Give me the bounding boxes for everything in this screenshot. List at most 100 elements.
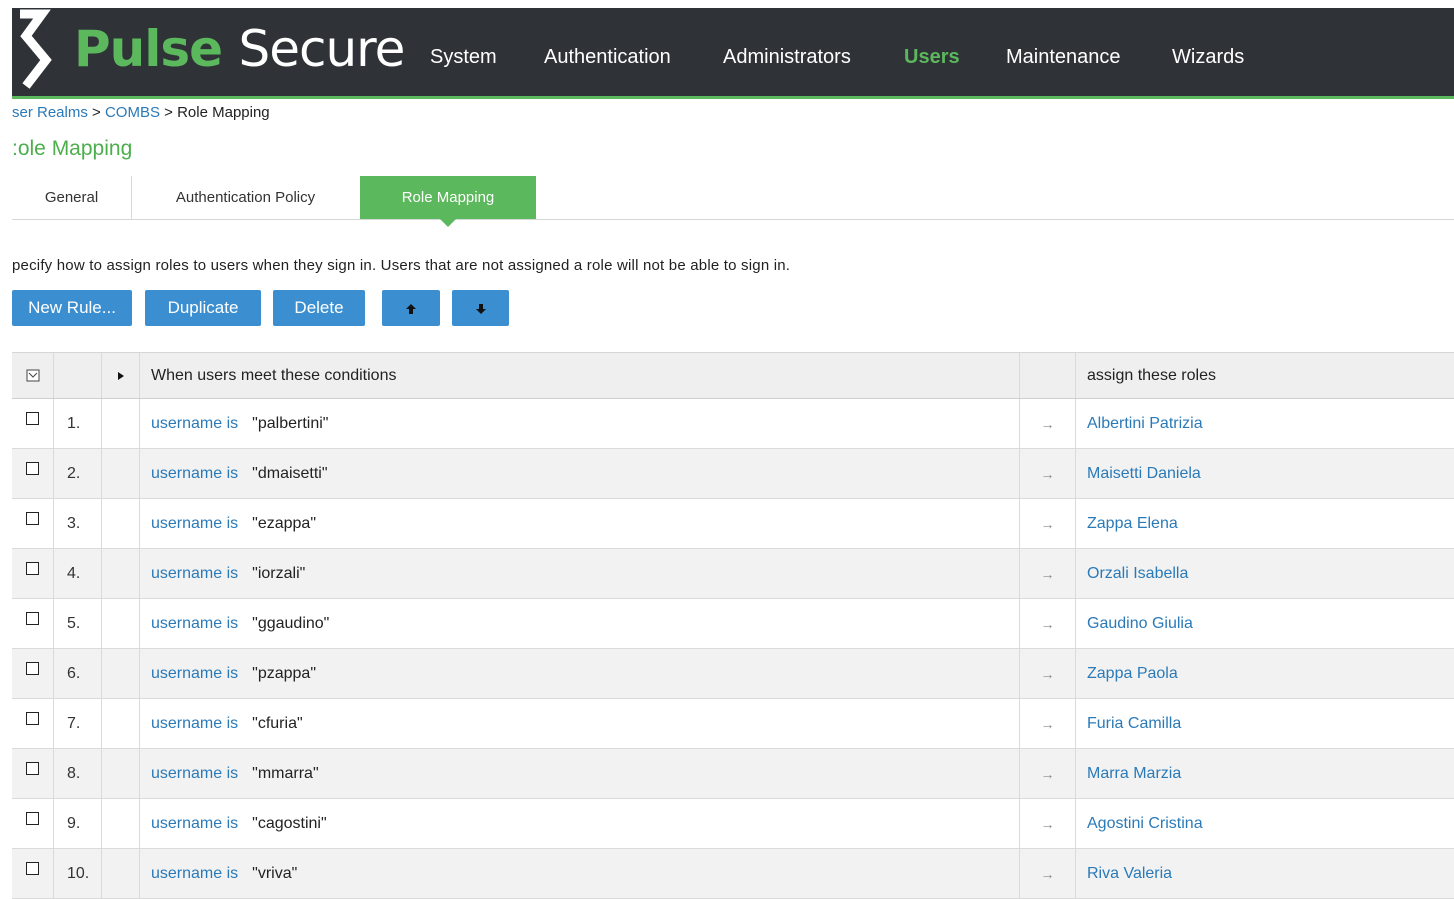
row-condition: username is "iorzali" bbox=[140, 549, 1020, 598]
new-rule-button[interactable]: New Rule... bbox=[12, 290, 132, 326]
row-number: 2. bbox=[54, 449, 102, 498]
logo-pulse-text: Pulse bbox=[74, 20, 223, 78]
role-link[interactable]: Gaudino Giulia bbox=[1087, 615, 1193, 633]
row-checkbox[interactable] bbox=[26, 412, 39, 425]
select-all-cell[interactable] bbox=[12, 353, 54, 398]
role-link[interactable]: Furia Camilla bbox=[1087, 715, 1181, 733]
page-title: :ole Mapping bbox=[12, 137, 133, 160]
row-checkbox[interactable] bbox=[26, 862, 39, 875]
table-header-row: When users meet these conditions assign … bbox=[12, 352, 1454, 399]
table-row: 6. username is "pzappa" → Zappa Paola bbox=[12, 649, 1454, 699]
row-checkbox[interactable] bbox=[26, 512, 39, 525]
mapping-arrow-icon: → bbox=[1020, 399, 1076, 448]
tab-authentication-policy[interactable]: Authentication Policy bbox=[132, 176, 359, 219]
header-expand-cell[interactable] bbox=[102, 353, 140, 398]
row-role: Orzali Isabella bbox=[1076, 549, 1454, 598]
breadcrumb-user-realms[interactable]: ser Realms bbox=[12, 104, 88, 121]
row-checkbox[interactable] bbox=[26, 612, 39, 625]
condition-keyword-link[interactable]: username is bbox=[151, 865, 238, 883]
role-link[interactable]: Agostini Cristina bbox=[1087, 815, 1203, 833]
arrow-up-icon bbox=[406, 303, 416, 314]
tab-role-mapping[interactable]: Role Mapping bbox=[360, 176, 536, 227]
condition-keyword-link[interactable]: username is bbox=[151, 615, 238, 633]
role-link[interactable]: Zappa Elena bbox=[1087, 515, 1178, 533]
row-condition: username is "mmarra" bbox=[140, 749, 1020, 798]
nav-administrators[interactable]: Administrators bbox=[723, 46, 851, 69]
table-row: 2. username is "dmaisetti" → Maisetti Dan… bbox=[12, 449, 1454, 499]
row-checkbox-cell bbox=[12, 399, 54, 448]
row-checkbox[interactable] bbox=[26, 712, 39, 725]
condition-value: "mmarra" bbox=[252, 764, 319, 782]
table-row: 8. username is "mmarra" → Marra Marzia bbox=[12, 749, 1454, 799]
row-role: Riva Valeria bbox=[1076, 849, 1454, 898]
row-number: 8. bbox=[54, 749, 102, 798]
move-up-button[interactable] bbox=[382, 290, 440, 326]
row-number: 9. bbox=[54, 799, 102, 848]
active-tab-pointer bbox=[440, 219, 456, 227]
condition-keyword-link[interactable]: username is bbox=[151, 715, 238, 733]
mapping-arrow-icon: → bbox=[1020, 699, 1076, 748]
role-link[interactable]: Riva Valeria bbox=[1087, 865, 1172, 883]
row-expand-cell bbox=[102, 699, 140, 748]
row-checkbox[interactable] bbox=[26, 812, 39, 825]
breadcrumb-combs[interactable]: COMBS bbox=[105, 104, 160, 121]
row-number: 5. bbox=[54, 599, 102, 648]
row-checkbox[interactable] bbox=[26, 662, 39, 675]
mapping-arrow-icon: → bbox=[1020, 749, 1076, 798]
mapping-arrow-icon: → bbox=[1020, 449, 1076, 498]
instructions-text: pecify how to assign roles to users when… bbox=[12, 257, 791, 274]
mapping-arrow-icon: → bbox=[1020, 499, 1076, 548]
breadcrumb-separator: > bbox=[87, 104, 105, 121]
row-checkbox[interactable] bbox=[26, 762, 39, 775]
role-link[interactable]: Marra Marzia bbox=[1087, 765, 1181, 783]
nav-wizards[interactable]: Wizards bbox=[1172, 46, 1244, 69]
table-row: 1. username is "palbertini" → Albertini P… bbox=[12, 399, 1454, 449]
row-expand-cell bbox=[102, 749, 140, 798]
nav-maintenance[interactable]: Maintenance bbox=[1006, 46, 1121, 69]
condition-keyword-link[interactable]: username is bbox=[151, 465, 238, 483]
row-condition: username is "pzappa" bbox=[140, 649, 1020, 698]
row-expand-cell bbox=[102, 499, 140, 548]
condition-keyword-link[interactable]: username is bbox=[151, 515, 238, 533]
row-number: 3. bbox=[54, 499, 102, 548]
row-role: Maisetti Daniela bbox=[1076, 449, 1454, 498]
row-checkbox-cell bbox=[12, 649, 54, 698]
role-link[interactable]: Albertini Patrizia bbox=[1087, 415, 1203, 433]
row-checkbox[interactable] bbox=[26, 462, 39, 475]
row-checkbox[interactable] bbox=[26, 562, 39, 575]
row-checkbox-cell bbox=[12, 549, 54, 598]
nav-system[interactable]: System bbox=[430, 46, 497, 69]
row-expand-cell bbox=[102, 649, 140, 698]
expand-triangle-icon[interactable] bbox=[117, 371, 125, 381]
row-number: 1. bbox=[54, 399, 102, 448]
condition-value: "cfuria" bbox=[252, 714, 303, 732]
role-link[interactable]: Maisetti Daniela bbox=[1087, 465, 1201, 483]
row-condition: username is "dmaisetti" bbox=[140, 449, 1020, 498]
condition-keyword-link[interactable]: username is bbox=[151, 565, 238, 583]
row-expand-cell bbox=[102, 449, 140, 498]
brand-logo-text: Pulse Secure bbox=[74, 14, 405, 84]
condition-value: "ezappa" bbox=[252, 514, 317, 532]
condition-keyword-link[interactable]: username is bbox=[151, 665, 238, 683]
row-checkbox-cell bbox=[12, 849, 54, 898]
row-number: 4. bbox=[54, 549, 102, 598]
top-header: Pulse Secure System Authentication Admin… bbox=[12, 8, 1454, 99]
table-row: 4. username is "iorzali" → Orzali Isabell… bbox=[12, 549, 1454, 599]
nav-users[interactable]: Users bbox=[904, 46, 960, 69]
row-role: Agostini Cristina bbox=[1076, 799, 1454, 848]
header-number-cell bbox=[54, 353, 102, 398]
nav-authentication[interactable]: Authentication bbox=[544, 46, 671, 69]
role-link[interactable]: Zappa Paola bbox=[1087, 665, 1178, 683]
row-role: Marra Marzia bbox=[1076, 749, 1454, 798]
duplicate-button[interactable]: Duplicate bbox=[145, 290, 261, 326]
condition-keyword-link[interactable]: username is bbox=[151, 415, 238, 433]
condition-keyword-link[interactable]: username is bbox=[151, 815, 238, 833]
condition-keyword-link[interactable]: username is bbox=[151, 765, 238, 783]
move-down-button[interactable] bbox=[452, 290, 509, 326]
row-expand-cell bbox=[102, 849, 140, 898]
role-link[interactable]: Orzali Isabella bbox=[1087, 565, 1188, 583]
tab-general[interactable]: General bbox=[12, 176, 132, 219]
row-checkbox-cell bbox=[12, 449, 54, 498]
delete-button[interactable]: Delete bbox=[273, 290, 365, 326]
select-all-envelope-icon[interactable] bbox=[26, 369, 40, 382]
